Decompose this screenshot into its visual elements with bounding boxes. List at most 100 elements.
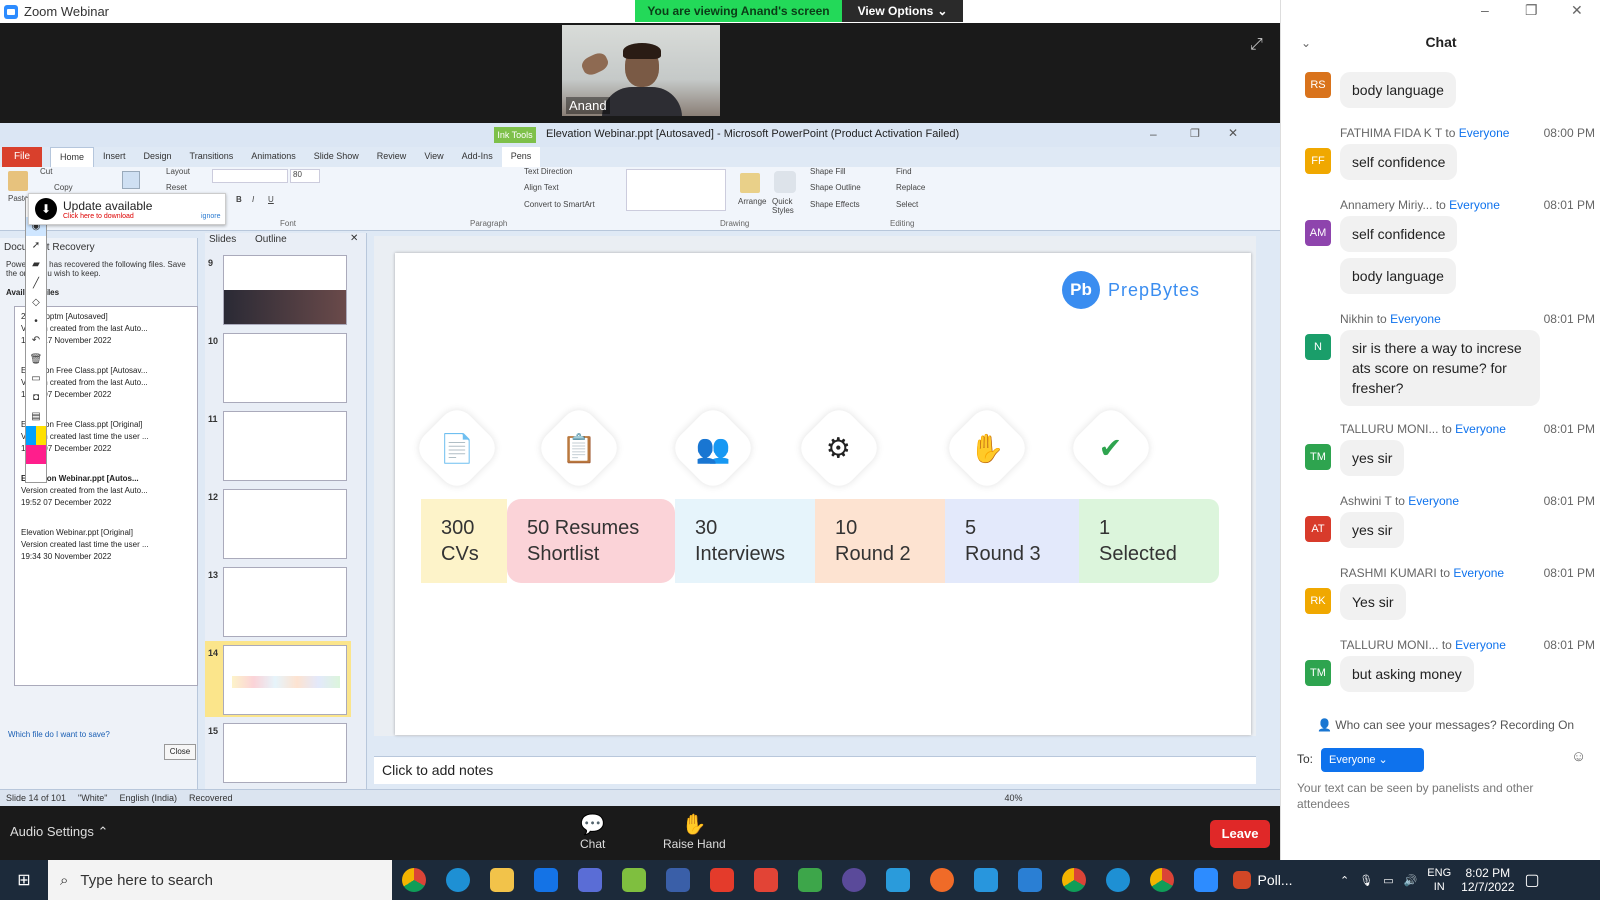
notes-field[interactable]: Click to add notes bbox=[374, 756, 1256, 784]
update-download-link[interactable]: Click here to download bbox=[63, 213, 134, 220]
chrome-icon[interactable] bbox=[392, 860, 436, 900]
quick-styles-icon[interactable] bbox=[774, 171, 796, 193]
tab-transitions[interactable]: Transitions bbox=[181, 147, 243, 167]
tab-addins[interactable]: Add-Ins bbox=[453, 147, 502, 167]
microphone-icon[interactable]: 🎙 bbox=[1359, 874, 1373, 887]
copy-button[interactable]: Copy bbox=[54, 183, 73, 192]
camera-icon[interactable]: ◘ bbox=[26, 388, 46, 407]
tab-slides[interactable]: Slides bbox=[209, 234, 236, 245]
slide-thumbnail[interactable] bbox=[223, 489, 347, 559]
recipient-select[interactable]: Everyone ⌄ bbox=[1321, 748, 1424, 772]
quick-styles-button[interactable]: Quick Styles bbox=[772, 197, 802, 215]
font-size-select[interactable]: 80 bbox=[290, 169, 320, 183]
tab-review[interactable]: Review bbox=[368, 147, 416, 167]
convert-smartart-button[interactable]: Convert to SmartArt bbox=[524, 200, 595, 209]
find-button[interactable]: Find bbox=[896, 167, 912, 176]
mail-icon[interactable] bbox=[524, 860, 568, 900]
chrome-icon[interactable] bbox=[1052, 860, 1096, 900]
recovery-close-button[interactable]: Close bbox=[164, 744, 196, 760]
bold-button[interactable]: B bbox=[236, 195, 242, 204]
notification-icon[interactable]: ▢ bbox=[1525, 870, 1540, 890]
new-slide-icon[interactable] bbox=[122, 171, 140, 189]
reset-button[interactable]: Reset bbox=[166, 183, 187, 192]
file-explorer-icon[interactable] bbox=[480, 860, 524, 900]
app-icon[interactable] bbox=[1008, 860, 1052, 900]
file-tab[interactable]: File bbox=[2, 147, 42, 167]
windows-start-icon[interactable]: ⊞ bbox=[0, 870, 48, 890]
app-icon[interactable] bbox=[568, 860, 612, 900]
tab-pens[interactable]: Pens bbox=[501, 147, 541, 167]
wps-icon[interactable] bbox=[744, 860, 788, 900]
clock[interactable]: 8:02 PM 12/7/2022 bbox=[1461, 866, 1514, 894]
app-icon[interactable] bbox=[832, 860, 876, 900]
eraser-icon[interactable]: ◇ bbox=[26, 293, 46, 312]
fullscreen-icon[interactable]: ⤢ bbox=[1250, 36, 1263, 54]
powerpoint-taskbar-item[interactable]: Poll... bbox=[1228, 860, 1298, 900]
italic-button[interactable]: I bbox=[252, 195, 254, 204]
tab-outline[interactable]: Outline bbox=[255, 234, 287, 245]
emoji-icon[interactable]: ☺ bbox=[1571, 748, 1586, 765]
edge-icon[interactable] bbox=[1096, 860, 1140, 900]
chat-input[interactable]: Your text can be seen by panelists and o… bbox=[1297, 780, 1587, 812]
app-icon[interactable] bbox=[656, 860, 700, 900]
current-slide[interactable]: Pb PrepBytes 📄 📋 👥 ⚙ ✋ ✔ 300 CVs 50 Resum… bbox=[395, 253, 1251, 735]
update-ignore-link[interactable]: ignore bbox=[201, 213, 220, 220]
network-icon[interactable]: ▭ bbox=[1383, 874, 1393, 887]
audio-settings-button[interactable]: Audio Settings ⌃ bbox=[10, 824, 108, 840]
tab-animations[interactable]: Animations bbox=[242, 147, 305, 167]
underline-button[interactable]: U bbox=[268, 195, 274, 204]
close-panel-icon[interactable]: ✕ bbox=[350, 233, 358, 244]
update-notification[interactable]: ⬇ Update available Click here to downloa… bbox=[28, 193, 226, 225]
slide-thumbnail[interactable] bbox=[223, 567, 347, 637]
volume-icon[interactable]: 🔊 bbox=[1404, 874, 1418, 887]
view-options-button[interactable]: View Options ⌄ bbox=[842, 0, 963, 22]
language-indicator[interactable]: ENG IN bbox=[1427, 866, 1451, 894]
restore-icon[interactable]: ❐ bbox=[1190, 127, 1200, 140]
cut-button[interactable]: Cut bbox=[40, 167, 52, 176]
app-icon[interactable] bbox=[788, 860, 832, 900]
chevron-up-icon[interactable]: ⌃ bbox=[1340, 874, 1349, 887]
whiteboard-icon[interactable]: ▭ bbox=[26, 369, 46, 388]
shape-fill-button[interactable]: Shape Fill bbox=[810, 167, 846, 176]
tab-slideshow[interactable]: Slide Show bbox=[305, 147, 368, 167]
edge-icon[interactable] bbox=[436, 860, 480, 900]
close-icon[interactable]: ✕ bbox=[1571, 2, 1583, 19]
paste-icon[interactable] bbox=[8, 171, 28, 191]
shape-outline-button[interactable]: Shape Outline bbox=[810, 183, 861, 192]
slide-thumbnail[interactable] bbox=[223, 723, 347, 783]
docker-icon[interactable] bbox=[964, 860, 1008, 900]
speaker-video[interactable]: Anand bbox=[562, 25, 720, 116]
which-file-help-link[interactable]: Which file do I want to save? bbox=[8, 730, 110, 739]
highlighter-icon[interactable]: ▰ bbox=[26, 255, 46, 274]
vscode-icon[interactable] bbox=[876, 860, 920, 900]
dot-icon[interactable]: • bbox=[26, 312, 46, 331]
text-direction-button[interactable]: Text Direction bbox=[524, 167, 572, 176]
chrome-icon[interactable] bbox=[1140, 860, 1184, 900]
color-palette-icon[interactable] bbox=[26, 426, 46, 445]
taskbar-search[interactable]: ⌕ Type here to search bbox=[48, 860, 392, 900]
notepad-icon[interactable] bbox=[612, 860, 656, 900]
align-text-button[interactable]: Align Text bbox=[524, 183, 559, 192]
slide-thumbnail[interactable] bbox=[223, 333, 347, 403]
replace-button[interactable]: Replace bbox=[896, 183, 925, 192]
who-can-see-link[interactable]: 👤 Who can see your messages? Recording O… bbox=[1317, 718, 1574, 732]
language[interactable]: English (India) bbox=[119, 793, 177, 803]
raise-hand-button[interactable]: ✋ Raise Hand bbox=[663, 812, 726, 851]
tab-view[interactable]: View bbox=[415, 147, 452, 167]
select-button[interactable]: Select bbox=[896, 200, 918, 209]
tab-design[interactable]: Design bbox=[135, 147, 181, 167]
pointer-icon[interactable]: ➚ bbox=[26, 236, 46, 255]
recovery-item[interactable]: Elevation Webinar.ppt [Original] Version … bbox=[21, 527, 193, 563]
slide-thumbnail[interactable] bbox=[223, 411, 347, 481]
arrange-button[interactable]: Arrange bbox=[738, 197, 766, 206]
color-swatch-icon[interactable] bbox=[26, 445, 46, 464]
minimize-icon[interactable]: – bbox=[1150, 127, 1157, 141]
slide-thumbnail[interactable] bbox=[223, 255, 347, 325]
arrange-icon[interactable] bbox=[740, 173, 760, 193]
slide-thumbnail-selected[interactable] bbox=[223, 645, 347, 715]
marker-icon[interactable]: ╱ bbox=[26, 274, 46, 293]
chat-button[interactable]: 💬 Chat bbox=[580, 812, 605, 851]
layout-button[interactable]: Layout bbox=[166, 167, 190, 176]
trash-icon[interactable]: 🗑 bbox=[26, 350, 46, 369]
shapes-gallery[interactable] bbox=[626, 169, 726, 211]
